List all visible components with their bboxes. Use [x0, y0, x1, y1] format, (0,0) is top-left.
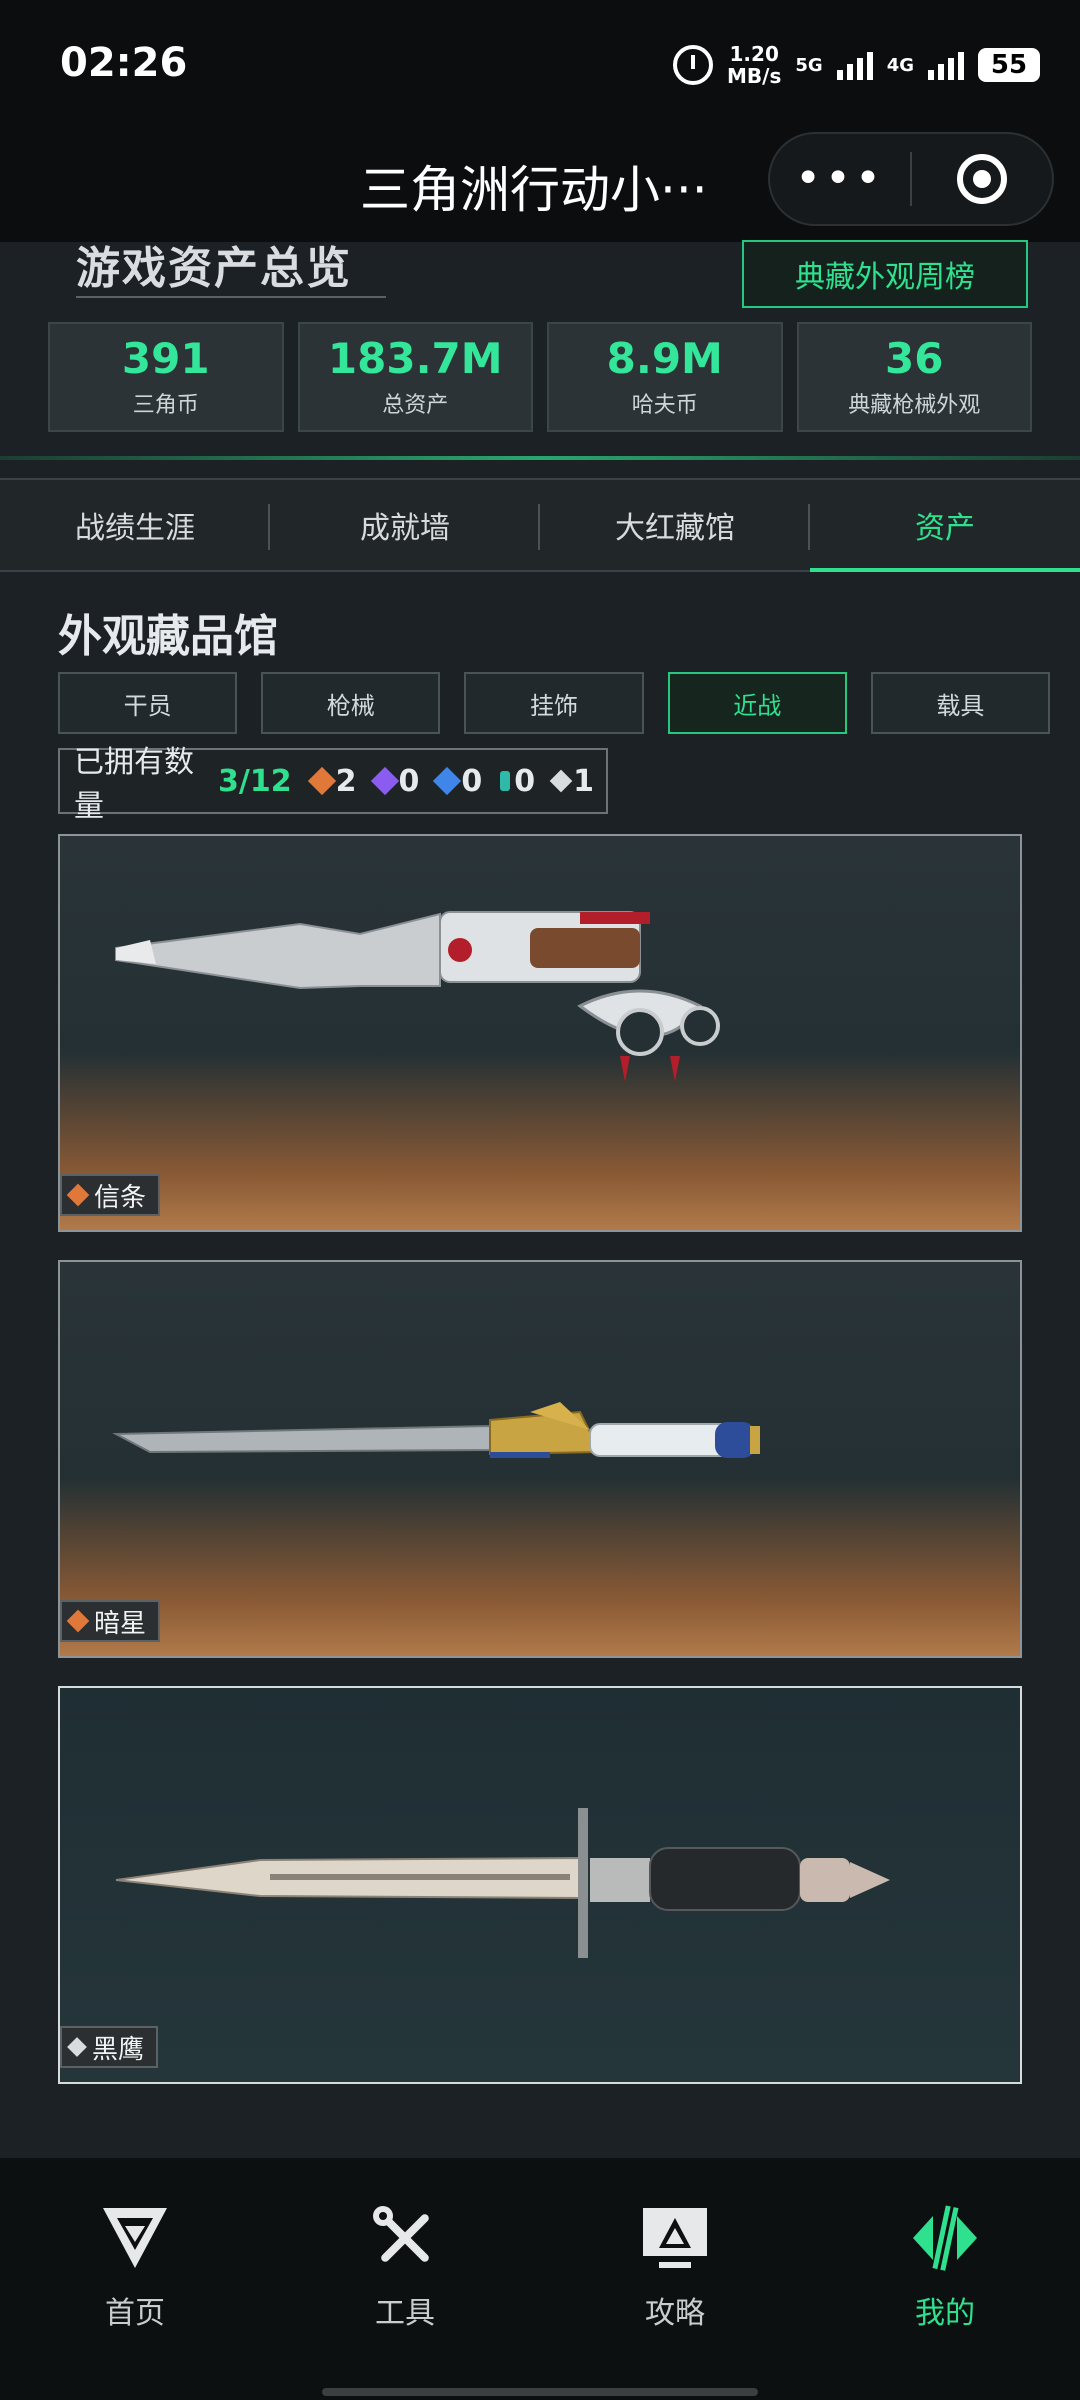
dagger-image [112, 1402, 760, 1458]
owned-count-bar: 已拥有数量 3/12 2 0 0 0 1 [58, 745, 608, 824]
item-label: 信条 [60, 1174, 161, 1216]
nav-label: 攻略 [645, 2296, 705, 2331]
rarity-orange: 2 [307, 764, 357, 799]
category-guns[interactable]: 枪械 [261, 672, 441, 734]
profile-logo-icon [913, 2205, 977, 2271]
stat-label: 三角币 [132, 393, 199, 418]
nav-tools[interactable]: 工具 [270, 2158, 540, 2400]
stat-value: 391 [121, 334, 210, 383]
mini-program-capsule: ••• [768, 132, 1054, 226]
melee-card-black-hawk[interactable]: 黑鹰 [58, 1686, 1022, 2084]
guide-monitor-icon [643, 2208, 707, 2268]
stat-label: 典藏枪械外观 [848, 393, 981, 418]
nav-label: 首页 [105, 2296, 165, 2331]
stat-label: 哈夫币 [631, 393, 698, 418]
tab-achievements[interactable]: 成就墙 [270, 480, 540, 570]
network-speed: 1.20 MB/s [727, 42, 782, 88]
melee-card-creed[interactable]: 信条 [58, 834, 1022, 1232]
orange-diamond-icon [307, 766, 336, 796]
tab-assets[interactable]: 资产 [810, 480, 1080, 572]
more-options-icon[interactable]: ••• [770, 157, 910, 201]
close-program-button[interactable] [912, 154, 1052, 204]
category-charms[interactable]: 挂饰 [464, 672, 644, 734]
white-diamond-icon [549, 769, 573, 793]
overview-title-underline [76, 296, 386, 298]
bayonet-image [115, 1808, 890, 1958]
category-vehicles[interactable]: 载具 [870, 672, 1051, 734]
owned-count: 3/12 [218, 763, 292, 799]
accent-divider [0, 456, 1080, 460]
white-diamond-icon [67, 2037, 87, 2057]
item-label: 黑鹰 [60, 2026, 159, 2068]
nav-label: 工具 [375, 2296, 435, 2331]
nav-home[interactable]: 首页 [0, 2158, 270, 2400]
alarm-clock-icon [673, 45, 714, 85]
collection-title: 外观藏品馆 [58, 611, 278, 662]
tools-icon [373, 2206, 429, 2262]
teal-diamond-icon [500, 771, 511, 791]
stat-value: 183.7M [327, 334, 503, 383]
rarity-teal: 0 [500, 764, 535, 799]
stat-card: 391 三角币 [48, 322, 284, 432]
weekly-ranking-button[interactable]: 典藏外观周榜 [742, 240, 1028, 308]
page-title: 三角洲行动小··· [360, 161, 708, 219]
owned-label: 已拥有数量 [74, 745, 194, 824]
item-label: 暗星 [60, 1600, 161, 1642]
target-circle-icon [956, 154, 1007, 204]
stat-label: 总资产 [382, 393, 449, 418]
overview-title: 游戏资产总览 [76, 243, 352, 294]
orange-diamond-icon [66, 1609, 90, 1633]
stat-card: 8.9M 哈夫币 [547, 322, 783, 432]
status-indicators: 1.20 MB/s 5G 4G 55 [673, 40, 1040, 90]
orange-diamond-icon [66, 1183, 90, 1207]
status-bar: 02:26 1.20 MB/s 5G 4G 55 [0, 0, 1080, 130]
delta-logo-icon [103, 2208, 167, 2268]
main-tab-bar: 战绩生涯 成就墙 大红藏馆 资产 [0, 478, 1080, 572]
signal-5g-icon [836, 50, 873, 80]
category-operators[interactable]: 干员 [58, 672, 238, 734]
melee-card-dark-star[interactable]: 暗星 [58, 1260, 1022, 1658]
stats-row: 391 三角币 183.7M 总资产 8.9M 哈夫币 36 典藏枪械外观 [48, 322, 1032, 432]
rarity-white: 1 [549, 764, 594, 799]
stat-value: 36 [885, 334, 944, 383]
battery-icon: 55 [978, 48, 1040, 82]
stat-card: 36 典藏枪械外观 [796, 322, 1032, 432]
nav-guides[interactable]: 攻略 [540, 2158, 810, 2400]
purple-diamond-icon [370, 766, 399, 796]
nav-label: 我的 [915, 2296, 975, 2331]
network-4g-label: 4G [886, 54, 914, 76]
stat-value: 8.9M [606, 334, 723, 383]
stat-card: 183.7M 总资产 [297, 322, 533, 432]
home-indicator[interactable] [322, 2388, 758, 2396]
nav-profile[interactable]: 我的 [810, 2158, 1080, 2400]
category-tabs: 干员 枪械 挂饰 近战 载具 [58, 672, 1051, 734]
knuckle-knife-image [115, 911, 720, 1082]
blue-diamond-icon [433, 766, 462, 796]
status-time: 02:26 [60, 40, 188, 86]
signal-4g-icon [928, 50, 964, 80]
tab-red-collection[interactable]: 大红藏馆 [540, 480, 810, 570]
rarity-purple: 0 [370, 764, 419, 799]
category-melee[interactable]: 近战 [667, 672, 847, 734]
network-5g-label: 5G [795, 54, 823, 76]
bottom-navigation: 首页 工具 攻略 我的 [0, 2158, 1080, 2400]
rarity-blue: 0 [433, 764, 482, 799]
tab-career[interactable]: 战绩生涯 [0, 480, 270, 570]
